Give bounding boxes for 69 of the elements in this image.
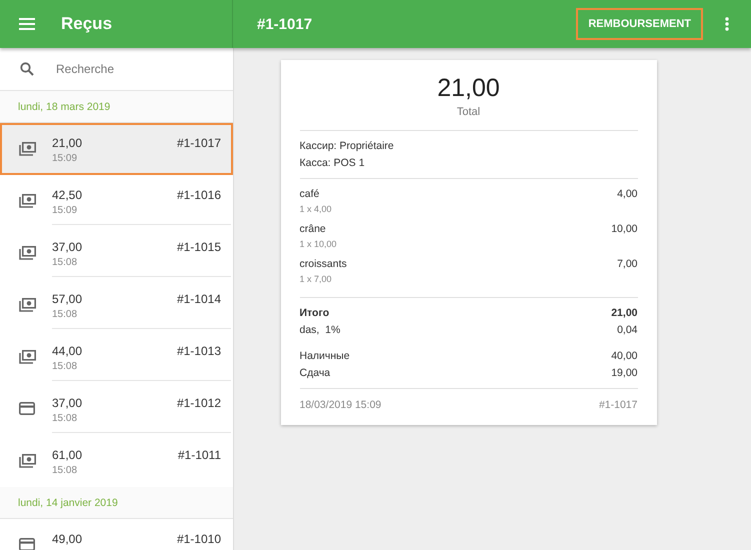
- receipt-time: 15:08: [52, 257, 78, 268]
- receipt-amount: 49,00: [52, 532, 82, 546]
- receipt-number: #1-1011: [178, 448, 221, 464]
- receipt-list-item[interactable]: 57,00 15:08 #1-1014: [0, 279, 233, 331]
- receipt-number: #1-1010: [176, 532, 221, 548]
- search-icon: [20, 62, 34, 76]
- payment-value: 40,00: [611, 350, 638, 362]
- banknotes-icon: [18, 350, 36, 364]
- payment-label: Сдача: [300, 367, 330, 379]
- receipt-footer-number: #1-1017: [598, 399, 638, 411]
- receipt-list-item[interactable]: 49,00 #1-1010: [0, 519, 233, 550]
- receipt-info-text: Кассир: Propriétaire: [300, 140, 394, 152]
- item-quantity: 1 x 7,00: [300, 274, 332, 284]
- total-label: Total: [456, 106, 480, 118]
- receipt-amount: 57,00: [52, 292, 82, 306]
- receipt-amount: 37,00: [52, 396, 82, 410]
- payment-value: 19,00: [611, 367, 638, 379]
- receipt-total-amount: 21,00: [437, 74, 500, 103]
- receipt-number: #1-1017: [176, 136, 221, 152]
- receipt-time: 15:08: [52, 413, 78, 424]
- date-header: lundi, 18 mars 2019: [0, 91, 233, 123]
- item-quantity: 1 x 4,00: [300, 204, 332, 214]
- total-line-label: Итого: [300, 307, 330, 319]
- receipt-amount: 37,00: [52, 240, 82, 254]
- banknotes-icon: [18, 194, 36, 208]
- item-quantity: 1 x 10,00: [300, 239, 337, 249]
- item-name: crâne: [300, 223, 326, 235]
- menu-icon[interactable]: [19, 17, 35, 31]
- banknotes-icon: [18, 454, 36, 468]
- receipt-amount: 44,00: [52, 344, 82, 358]
- banknotes-icon: [18, 142, 36, 156]
- receipt-time: 15:09: [52, 205, 78, 216]
- receipt-list-item[interactable]: 37,00 15:08 #1-1012: [0, 383, 233, 435]
- receipt-amount: 21,00: [52, 136, 82, 150]
- receipt-number: #1-1016: [176, 188, 221, 204]
- receipt-number: #1-1014: [176, 292, 221, 308]
- receipt-list-item[interactable]: 37,00 15:08 #1-1015: [0, 227, 233, 279]
- payment-label: Наличные: [300, 350, 350, 362]
- total-line-label: das, 1%: [300, 324, 340, 336]
- item-price: 7,00: [617, 258, 638, 272]
- item-name: café: [300, 188, 320, 200]
- receipt-time: 15:08: [52, 309, 78, 320]
- total-line-value: 21,00: [611, 307, 638, 319]
- receipt-time: 15:09: [52, 153, 78, 164]
- more-icon[interactable]: [725, 17, 729, 31]
- receipt-number: #1-1012: [176, 396, 221, 412]
- item-price: 4,00: [617, 188, 638, 202]
- receipt-time: 15:08: [52, 361, 78, 372]
- receipt-number: #1-1015: [176, 240, 221, 256]
- item-name: croissants: [300, 258, 347, 270]
- receipt-list-item[interactable]: 44,00 15:08 #1-1013: [0, 331, 233, 383]
- total-line-value: 0,04: [617, 324, 638, 336]
- date-header: lundi, 14 janvier 2019: [0, 487, 233, 519]
- receipt-list-item[interactable]: 21,00 15:09 #1-1017: [0, 123, 233, 175]
- receipt-time: 15:08: [52, 465, 78, 476]
- banknotes-icon: [18, 298, 36, 312]
- receipt-number-title: #1-1017: [257, 16, 314, 32]
- item-price: 10,00: [611, 223, 638, 237]
- receipt-number: #1-1013: [176, 344, 221, 360]
- credit-card-icon: [19, 538, 35, 550]
- credit-card-icon: [19, 402, 35, 415]
- receipt-info-text: Касса: POS 1: [300, 157, 365, 169]
- receipt-amount: 42,50: [52, 188, 82, 202]
- banknotes-icon: [18, 246, 36, 260]
- receipt-date: 18/03/2019 15:09: [300, 399, 382, 411]
- receipt-list-item[interactable]: 42,50 15:09 #1-1016: [0, 175, 233, 227]
- screen-title: Reçus: [61, 14, 112, 34]
- receipt-list-item[interactable]: 61,00 15:08 #1-1011: [0, 435, 233, 487]
- receipt-amount: 61,00: [52, 448, 82, 462]
